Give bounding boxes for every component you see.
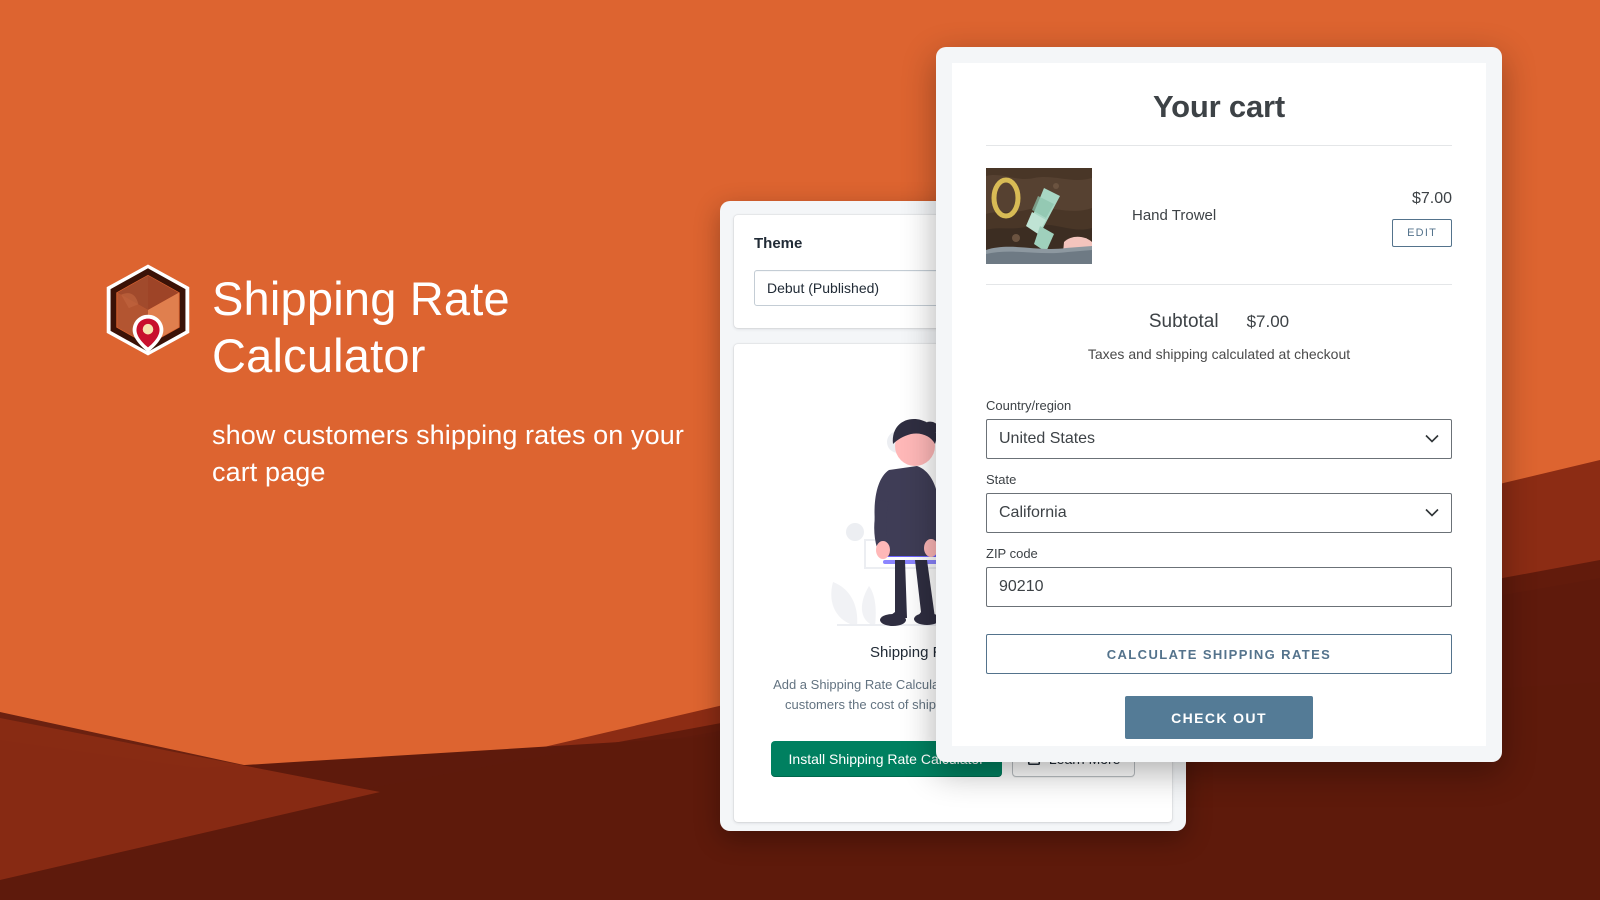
checkout-row: CHECK OUT: [986, 696, 1452, 739]
hero-subtitle: show customers shipping rates on your ca…: [212, 419, 684, 487]
theme-select-value: Debut (Published): [767, 280, 880, 296]
country-select-value: United States: [999, 430, 1096, 447]
cart-heading: Your cart: [1153, 89, 1285, 124]
subtotal-label: Subtotal: [1148, 311, 1219, 332]
zip-field: ZIP code: [986, 546, 1452, 607]
country-label: Country/region: [986, 398, 1072, 413]
state-select[interactable]: California: [986, 493, 1452, 533]
zip-input[interactable]: [986, 567, 1452, 607]
shipping-box-pin-icon: [106, 264, 190, 356]
state-field: State California: [986, 472, 1452, 533]
subtotal-row: Subtotal $7.00: [986, 285, 1452, 333]
edit-item-button[interactable]: EDIT: [1392, 219, 1452, 247]
product-thumbnail[interactable]: [986, 168, 1092, 264]
chevron-down-icon: [1425, 508, 1439, 518]
page-title: Shipping Rate Calculator: [212, 272, 510, 383]
hand-trowel-product-photo: [986, 168, 1092, 264]
cart-inner: Your cart Hand Trowel $7.00 EDIT Subtota…: [952, 63, 1486, 746]
line-item-right: $7.00 EDIT: [1354, 168, 1452, 247]
product-name: Hand Trowel: [1132, 207, 1217, 224]
storefront-cart-window: Your cart Hand Trowel $7.00 EDIT Subtota…: [936, 47, 1502, 762]
country-field: Country/region United States: [986, 398, 1452, 459]
shipping-calculator-form: Country/region United States State Calif…: [986, 362, 1452, 739]
calculate-shipping-rates-button[interactable]: CALCULATE SHIPPING RATES: [986, 634, 1452, 674]
chevron-down-icon: [1425, 434, 1439, 444]
state-select-value: California: [999, 504, 1067, 521]
zip-label: ZIP code: [986, 546, 1038, 561]
hero-section: Shipping Rate Calculator show customers …: [100, 248, 720, 491]
subtotal-value: $7.00: [1246, 312, 1290, 331]
check-out-button[interactable]: CHECK OUT: [1125, 696, 1313, 739]
country-select[interactable]: United States: [986, 419, 1452, 459]
tax-note: Taxes and shipping calculated at checkou…: [1087, 346, 1351, 362]
cart-line-item: Hand Trowel $7.00 EDIT: [986, 146, 1452, 284]
state-label: State: [986, 472, 1017, 487]
product-price: $7.00: [1411, 190, 1452, 207]
hero-heading-row: Shipping Rate Calculator: [100, 248, 720, 385]
